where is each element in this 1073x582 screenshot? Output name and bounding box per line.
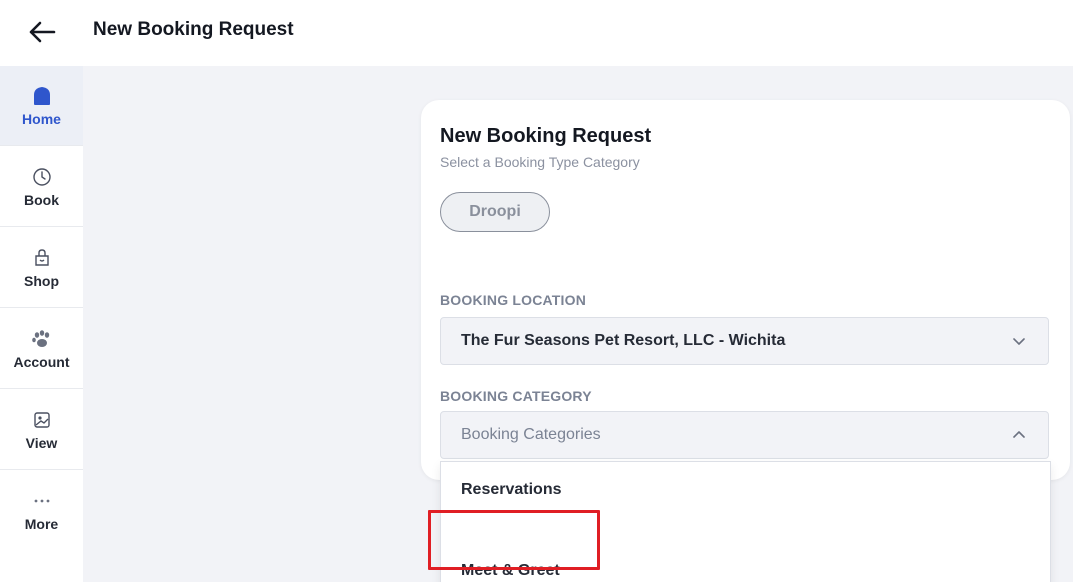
- booking-location-value: The Fur Seasons Pet Resort, LLC - Wichit…: [461, 332, 786, 349]
- arrow-left-icon: [29, 21, 56, 43]
- shopping-bag-icon: [31, 247, 53, 269]
- sidebar-item-label: Book: [24, 191, 59, 208]
- image-icon: [31, 409, 53, 431]
- sidebar-item-more[interactable]: More: [0, 471, 83, 551]
- home-icon: [31, 85, 53, 107]
- sidebar-item-label: View: [25, 434, 58, 451]
- booking-category-select[interactable]: Booking Categories: [440, 411, 1049, 459]
- card-subtitle: Select a Booking Type Category: [440, 154, 640, 170]
- sidebar-item-label: Home: [22, 110, 61, 127]
- booking-type-chip[interactable]: Droopi: [440, 192, 550, 232]
- sidebar-item-book[interactable]: Book: [0, 147, 83, 227]
- sidebar-item-home[interactable]: Home: [0, 66, 83, 146]
- dropdown-option-meet-greet[interactable]: Meet & Greet: [441, 546, 1050, 582]
- booking-card: New Booking Request Select a Booking Typ…: [421, 100, 1070, 480]
- dropdown-option-reservations[interactable]: Reservations: [441, 462, 1050, 518]
- card-title: New Booking Request: [440, 125, 652, 147]
- booking-category-dropdown: Reservations Meet & Greet: [440, 461, 1051, 582]
- booking-category-label: BOOKING CATEGORY: [440, 388, 592, 404]
- sidebar: Home Book Shop Account View More: [0, 66, 83, 582]
- paw-icon: [31, 328, 53, 350]
- top-bar: New Booking Request: [0, 0, 1073, 66]
- sidebar-item-label: Shop: [24, 272, 59, 289]
- chevron-down-icon: [1012, 336, 1026, 346]
- page-title: New Booking Request: [93, 19, 294, 40]
- sidebar-item-label: More: [24, 516, 59, 532]
- sidebar-item-shop[interactable]: Shop: [0, 228, 83, 308]
- booking-category-placeholder: Booking Categories: [461, 426, 601, 443]
- sidebar-item-view[interactable]: View: [0, 390, 83, 470]
- more-dots-icon: [31, 490, 53, 512]
- booking-location-label: BOOKING LOCATION: [440, 292, 587, 308]
- booking-location-select[interactable]: The Fur Seasons Pet Resort, LLC - Wichit…: [440, 317, 1049, 365]
- sidebar-item-label: Account: [13, 353, 70, 370]
- sidebar-item-account[interactable]: Account: [0, 309, 83, 389]
- back-button[interactable]: [22, 14, 62, 50]
- chevron-up-icon: [1012, 430, 1026, 440]
- clock-icon: [31, 166, 53, 188]
